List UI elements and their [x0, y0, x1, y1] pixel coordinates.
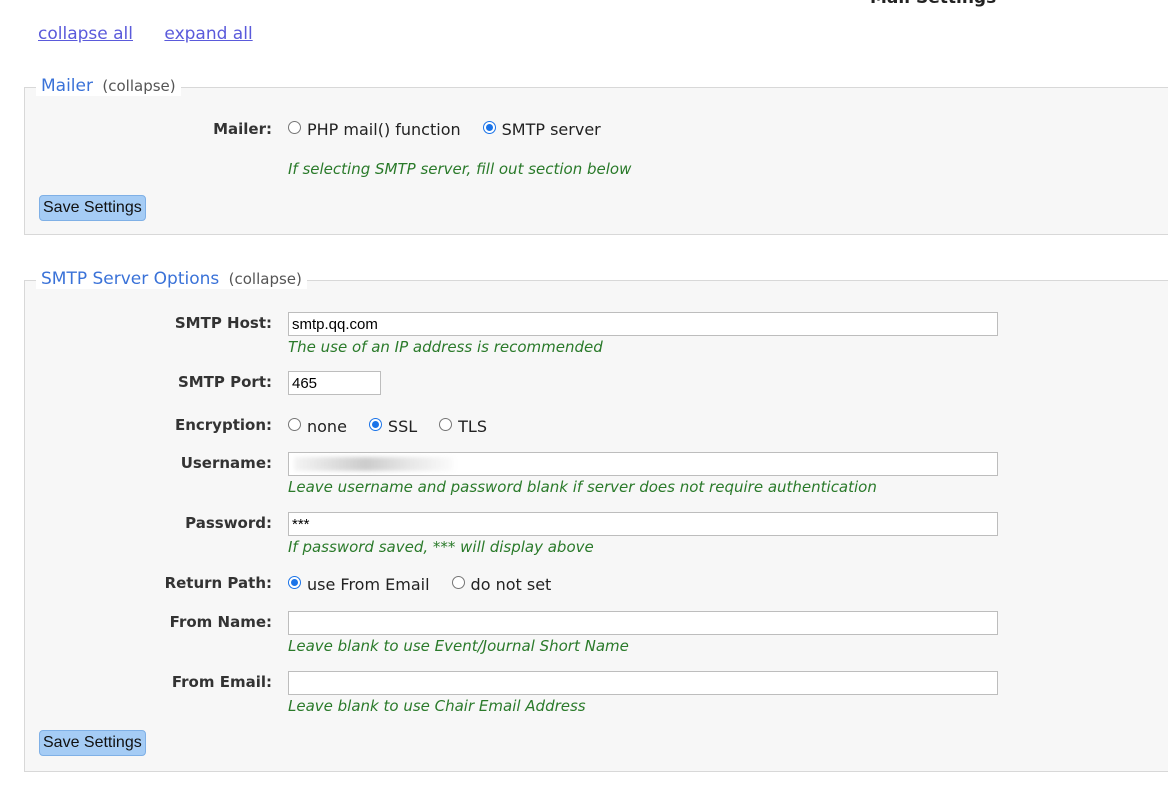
smtp-port-input[interactable] — [288, 371, 381, 395]
toplinks: collapse all expand all — [38, 24, 279, 44]
mailer-label: Mailer: — [213, 120, 272, 138]
from-email-hint: Leave blank to use Chair Email Address — [288, 697, 586, 715]
mailer-option-php-label: PHP mail() function — [307, 120, 461, 139]
smtp-section: SMTP Server Options (collapse) SMTP Host… — [24, 269, 1168, 772]
smtp-host-hint: The use of an IP address is recommended — [288, 338, 603, 356]
mailer-option-smtp[interactable]: SMTP server — [482, 120, 601, 139]
mailer-legend-title: Mailer — [41, 76, 93, 96]
smtp-port-label: SMTP Port: — [177, 373, 272, 391]
expand-all-link[interactable]: expand all — [164, 24, 252, 44]
encryption-radio-group: none SSL TLS — [288, 417, 509, 436]
page-title: Mail Settings — [870, 0, 996, 8]
username-hint: Leave username and password blank if ser… — [288, 478, 877, 496]
mailer-option-smtp-label: SMTP server — [501, 120, 601, 139]
return-path-option-not-set-label: do not set — [470, 575, 552, 594]
smtp-host-label: SMTP Host: — [174, 314, 272, 332]
radio-return-path-not-set[interactable] — [451, 576, 465, 589]
encryption-option-none[interactable]: none — [288, 417, 347, 436]
return-path-option-from-email-label: use From Email — [307, 575, 430, 594]
password-label: Password: — [185, 514, 272, 532]
radio-return-path-from-email[interactable] — [288, 576, 301, 589]
mailer-save-button[interactable]: Save Settings — [39, 195, 146, 221]
return-path-option-not-set[interactable]: do not set — [451, 575, 552, 594]
password-input[interactable] — [288, 512, 998, 536]
username-field-wrap — [288, 452, 998, 476]
mailer-option-php[interactable]: PHP mail() function — [288, 120, 461, 139]
encryption-label: Encryption: — [174, 416, 272, 434]
smtp-host-input[interactable] — [288, 312, 998, 336]
encryption-option-ssl[interactable]: SSL — [368, 417, 418, 436]
radio-encryption-none[interactable] — [288, 418, 301, 431]
mailer-collapse-link[interactable]: (collapse) — [102, 77, 175, 95]
smtp-save-button[interactable]: Save Settings — [39, 730, 146, 756]
from-email-input[interactable] — [288, 671, 998, 695]
radio-encryption-tls[interactable] — [439, 418, 453, 431]
encryption-option-tls[interactable]: TLS — [439, 417, 487, 436]
smtp-collapse-link[interactable]: (collapse) — [229, 270, 302, 288]
return-path-option-from-email[interactable]: use From Email — [288, 575, 430, 594]
from-name-hint: Leave blank to use Event/Journal Short N… — [288, 637, 629, 655]
redacted-username — [294, 457, 454, 471]
from-email-label: From Email: — [171, 673, 272, 691]
encryption-option-tls-label: TLS — [458, 417, 487, 436]
return-path-radio-group: use From Email do not set — [288, 575, 573, 594]
username-label: Username: — [180, 454, 272, 472]
mailer-legend: Mailer (collapse) — [36, 76, 181, 96]
smtp-legend: SMTP Server Options (collapse) — [36, 269, 307, 289]
password-hint: If password saved, *** will display abov… — [288, 538, 594, 556]
mailer-radio-group: PHP mail() function SMTP server — [288, 120, 623, 139]
collapse-all-link[interactable]: collapse all — [38, 24, 133, 44]
encryption-option-ssl-label: SSL — [387, 417, 418, 436]
radio-smtp-server[interactable] — [482, 121, 496, 134]
return-path-label: Return Path: — [164, 574, 272, 592]
from-name-input[interactable] — [288, 611, 998, 635]
encryption-option-none-label: none — [307, 417, 347, 436]
mailer-hint: If selecting SMTP server, fill out secti… — [288, 160, 632, 178]
radio-encryption-ssl[interactable] — [368, 418, 382, 431]
radio-php-mail[interactable] — [288, 121, 301, 134]
from-name-label: From Name: — [169, 613, 272, 631]
mailer-section: Mailer (collapse) Mailer: PHP mail() fun… — [24, 76, 1168, 235]
smtp-legend-title: SMTP Server Options — [41, 269, 220, 289]
